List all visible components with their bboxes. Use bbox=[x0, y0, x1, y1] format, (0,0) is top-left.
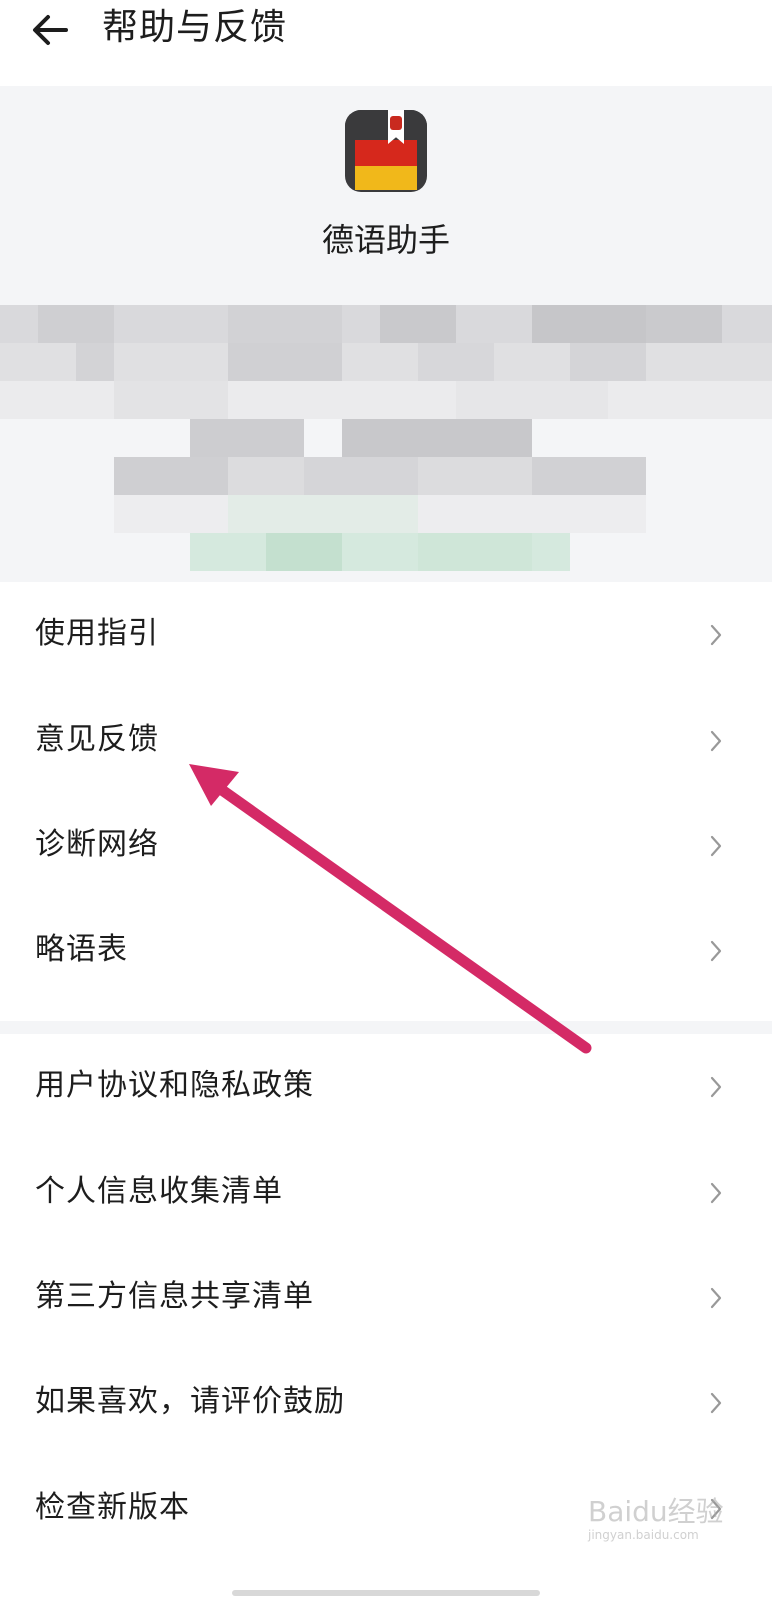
chevron-right-icon bbox=[710, 1076, 722, 1098]
menu-item-usage-guide[interactable]: 使用指引 bbox=[0, 582, 772, 688]
pixelated-info-block bbox=[0, 305, 772, 585]
menu-item-abbreviations[interactable]: 略语表 bbox=[0, 898, 772, 1004]
chevron-right-icon bbox=[710, 730, 722, 752]
watermark-text: Baidu经验 bbox=[588, 1495, 724, 1528]
top-bar: 帮助与反馈 bbox=[0, 0, 772, 86]
page-title: 帮助与反馈 bbox=[102, 7, 288, 48]
watermark-url: jingyan.baidu.com bbox=[588, 1528, 699, 1542]
menu-item-label: 诊断网络 bbox=[35, 827, 159, 862]
menu-item-feedback[interactable]: 意见反馈 bbox=[0, 688, 772, 794]
baidu-watermark: Baidu经验 jingyan.baidu.com bbox=[588, 1496, 738, 1554]
chevron-right-icon bbox=[710, 1392, 722, 1414]
app-name: 德语助手 bbox=[321, 221, 450, 259]
chevron-right-icon bbox=[710, 835, 722, 857]
menu-item-label: 如果喜欢，请评价鼓励 bbox=[35, 1384, 345, 1419]
chevron-right-icon bbox=[710, 1182, 722, 1204]
app-logo-icon bbox=[345, 110, 427, 192]
menu-item-label: 意见反馈 bbox=[35, 722, 159, 757]
menu-item-user-agreement-privacy[interactable]: 用户协议和隐私政策 bbox=[0, 1034, 772, 1140]
chevron-right-icon bbox=[710, 624, 722, 646]
menu-item-third-party-sharing[interactable]: 第三方信息共享清单 bbox=[0, 1245, 772, 1351]
home-indicator bbox=[232, 1590, 540, 1596]
back-button[interactable] bbox=[28, 8, 72, 52]
back-arrow-icon bbox=[33, 15, 68, 45]
menu-item-label: 使用指引 bbox=[35, 616, 159, 651]
chevron-right-icon bbox=[710, 1287, 722, 1309]
menu-item-network-diagnosis[interactable]: 诊断网络 bbox=[0, 793, 772, 899]
menu-item-rate-app[interactable]: 如果喜欢，请评价鼓励 bbox=[0, 1350, 772, 1456]
chevron-right-icon bbox=[710, 940, 722, 962]
menu-item-label: 略语表 bbox=[35, 932, 128, 967]
menu-item-label: 个人信息收集清单 bbox=[35, 1174, 283, 1209]
menu-item-personal-info-list[interactable]: 个人信息收集清单 bbox=[0, 1140, 772, 1246]
menu-item-label: 第三方信息共享清单 bbox=[35, 1279, 314, 1314]
menu-item-label: 检查新版本 bbox=[35, 1490, 190, 1525]
menu-item-label: 用户协议和隐私政策 bbox=[35, 1068, 314, 1103]
